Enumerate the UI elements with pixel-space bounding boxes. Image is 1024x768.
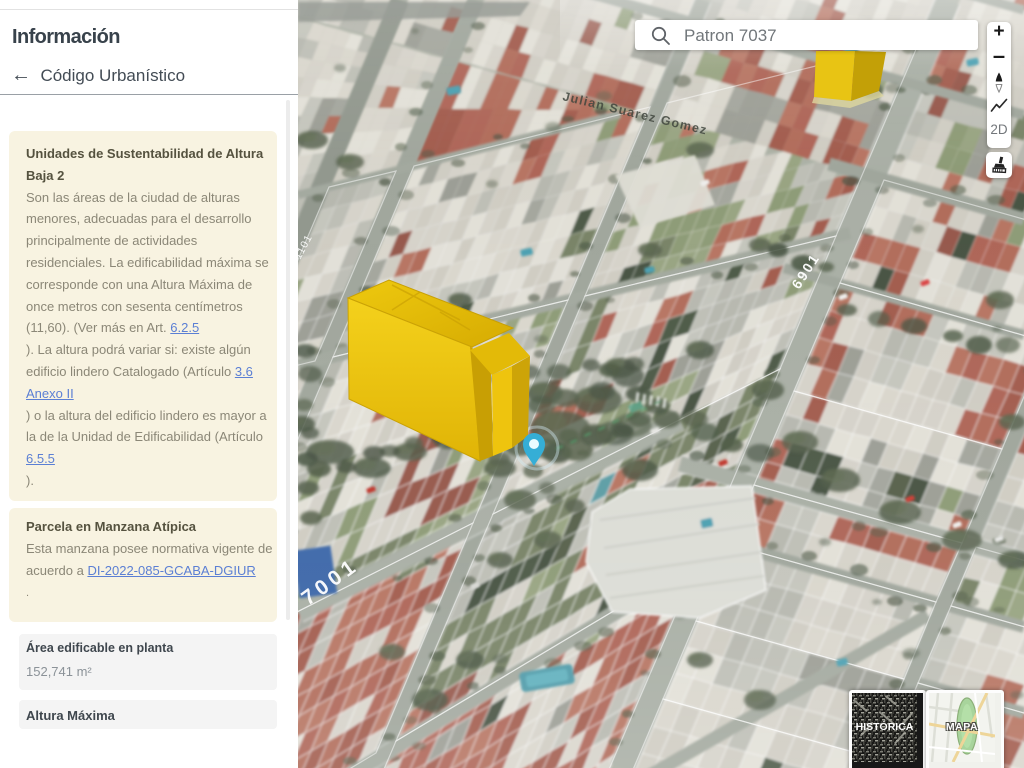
- svg-text:Julian Suarez Gomez: Julian Suarez Gomez: [561, 89, 709, 137]
- svg-text:7001: 7001: [298, 553, 363, 610]
- svg-text:6901: 6901: [788, 250, 823, 292]
- svg-text:1101: 1101: [298, 232, 315, 261]
